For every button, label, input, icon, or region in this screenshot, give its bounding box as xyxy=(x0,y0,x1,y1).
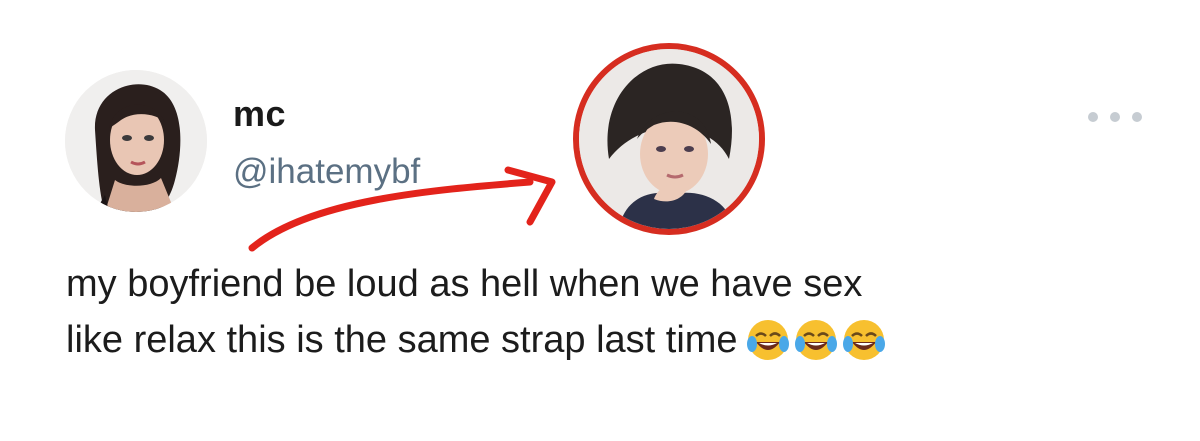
face-with-tears-of-joy-icon xyxy=(842,320,885,360)
woman-portrait-avatar-icon xyxy=(65,70,207,212)
display-name[interactable]: mc xyxy=(233,96,286,132)
emoji-row xyxy=(746,318,890,378)
face-with-tears-of-joy-icon xyxy=(794,320,837,360)
tweet-text-line: my boyfriend be loud as hell when we hav… xyxy=(66,256,1166,312)
author-avatar[interactable] xyxy=(65,70,207,212)
more-dots-icon xyxy=(1088,112,1098,122)
tweet-text-line-2: like relax this is the same strap last t… xyxy=(66,319,738,361)
more-options-button[interactable] xyxy=(1088,104,1142,130)
red-arrow-annotation-icon xyxy=(248,166,556,252)
more-dots-icon xyxy=(1110,112,1120,122)
face-with-tears-of-joy-icon xyxy=(746,320,789,360)
more-dots-icon xyxy=(1132,112,1142,122)
tweet-text: my boyfriend be loud as hell when we hav… xyxy=(66,256,1166,378)
man-portrait-avatar-icon xyxy=(579,49,759,229)
tweet-text-line-1: my boyfriend be loud as hell when we hav… xyxy=(66,263,863,305)
highlighted-avatar xyxy=(573,43,765,235)
tweet-text-line: like relax this is the same strap last t… xyxy=(66,312,1166,378)
